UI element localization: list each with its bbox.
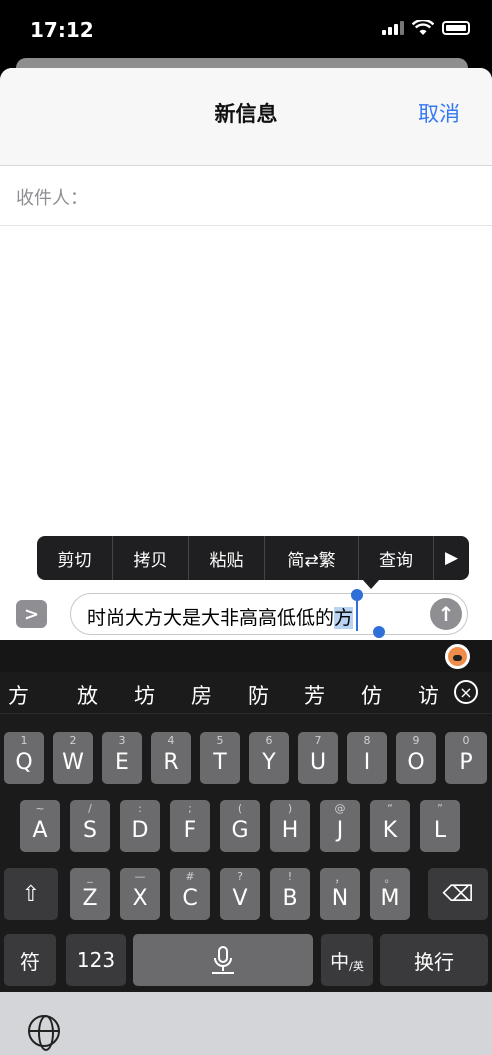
marked-text: 方 (334, 607, 354, 629)
candidate-item[interactable]: 访 (418, 680, 439, 710)
edit-menu-pointer (362, 579, 380, 589)
menu-lookup[interactable]: 查询 (359, 536, 434, 580)
candidate-bar: 方 放 坊 房 防 芳 仿 访 × (0, 672, 492, 714)
arrow-up-icon: ↑ (437, 602, 455, 626)
menu-paste[interactable]: 粘贴 (189, 536, 265, 580)
candidate-item[interactable]: 坊 (134, 680, 155, 710)
language-switch-key[interactable]: 中/英 (321, 934, 373, 986)
key-b[interactable]: ! B (270, 868, 310, 920)
close-candidates-icon[interactable]: × (454, 680, 478, 704)
cellular-signal-icon (382, 21, 404, 35)
key-r[interactable]: 4R (151, 732, 191, 784)
recipient-field[interactable]: 收件人： (0, 166, 492, 226)
apps-expand-button[interactable]: > (16, 600, 47, 628)
key-p[interactable]: 0P (445, 732, 487, 784)
key-f[interactable]: ; F (170, 800, 210, 852)
key-l[interactable]: ” L (420, 800, 460, 852)
key-o[interactable]: 9O (396, 732, 436, 784)
key-m[interactable]: 。 M (370, 868, 410, 920)
menu-convert-traditional[interactable]: 简⇄繁 (265, 536, 359, 580)
backspace-icon: ⌫ (442, 881, 474, 907)
key-e[interactable]: 3E (102, 732, 142, 784)
key-s[interactable]: / S (70, 800, 110, 852)
key-y[interactable]: 6Y (249, 732, 289, 784)
candidate-item[interactable]: 仿 (361, 680, 382, 710)
message-input[interactable]: 时尚大方大是大非高高低低的方 (70, 593, 468, 635)
key-t[interactable]: 5T (200, 732, 240, 784)
key-n[interactable]: ， N (320, 868, 360, 920)
key-g[interactable]: (G (220, 800, 260, 852)
battery-icon (442, 21, 470, 35)
delete-key[interactable]: ⌫ (428, 868, 488, 920)
candidate-item[interactable]: 芳 (304, 680, 325, 710)
key-u[interactable]: 7U (298, 732, 338, 784)
candidate-item[interactable]: 放 (77, 680, 98, 710)
key-w[interactable]: 2W (53, 732, 93, 784)
key-k[interactable]: “K (370, 800, 410, 852)
lang-main-label: 中 (330, 950, 350, 973)
shift-key[interactable]: ⇧ (4, 868, 58, 920)
cancel-button[interactable]: 取消 (418, 98, 460, 128)
status-time: 17:12 (30, 18, 94, 42)
numbers-key[interactable]: 123 (66, 934, 126, 986)
keyboard-toolbar (0, 640, 492, 672)
key-c[interactable]: # C (170, 868, 210, 920)
candidate-item[interactable]: 房 (191, 680, 212, 710)
key-v[interactable]: ? V (220, 868, 260, 920)
panda-icon[interactable] (445, 644, 470, 669)
message-text-prefix: 时尚大方大是大非高高低低的 (87, 607, 335, 629)
status-bar: 17:12 (0, 0, 492, 58)
lang-sub-label: /英 (349, 960, 364, 973)
globe-icon[interactable] (28, 1015, 60, 1051)
keyboard: 方 放 坊 房 防 芳 仿 访 × 1Q 2W 3E 4R 5T 6Y 7U 8… (0, 640, 492, 992)
status-icons (382, 20, 470, 36)
space-key[interactable] (133, 934, 313, 986)
message-text: 时尚大方大是大非高高低低的方 (87, 603, 354, 630)
key-d[interactable]: :D (120, 800, 160, 852)
keyboard-bottom-bar (0, 992, 492, 1055)
key-x[interactable]: — X (120, 868, 160, 920)
send-button[interactable]: ↑ (430, 598, 462, 630)
key-h[interactable]: ) H (270, 800, 310, 852)
edit-menu: 剪切 拷贝 粘贴 简⇄繁 查询 ▶ (37, 536, 469, 580)
key-a[interactable]: ~ A (20, 800, 60, 852)
recipient-label: 收件人： (16, 188, 88, 209)
menu-more-arrow-icon[interactable]: ▶ (434, 536, 469, 580)
candidate-item[interactable]: 方 (8, 680, 29, 710)
selection-handle-line (356, 599, 358, 631)
return-key[interactable]: 换行 (380, 934, 488, 986)
menu-copy[interactable]: 拷贝 (113, 536, 189, 580)
candidate-item[interactable]: 防 (248, 680, 269, 710)
microphone-icon (212, 946, 234, 974)
wifi-icon (412, 20, 434, 35)
key-j[interactable]: @ J (320, 800, 360, 852)
selection-end-handle[interactable] (373, 626, 385, 638)
navigation-bar: 新信息 取消 (0, 68, 492, 166)
menu-cut[interactable]: 剪切 (37, 536, 113, 580)
key-q[interactable]: 1Q (4, 732, 44, 784)
symbols-key[interactable]: 符 (4, 934, 56, 986)
selection-start-handle[interactable] (351, 589, 363, 601)
chevron-right-icon: > (23, 603, 40, 625)
key-z[interactable]: _ Z (70, 868, 110, 920)
shift-icon: ⇧ (21, 881, 41, 907)
key-i[interactable]: 8I (347, 732, 387, 784)
